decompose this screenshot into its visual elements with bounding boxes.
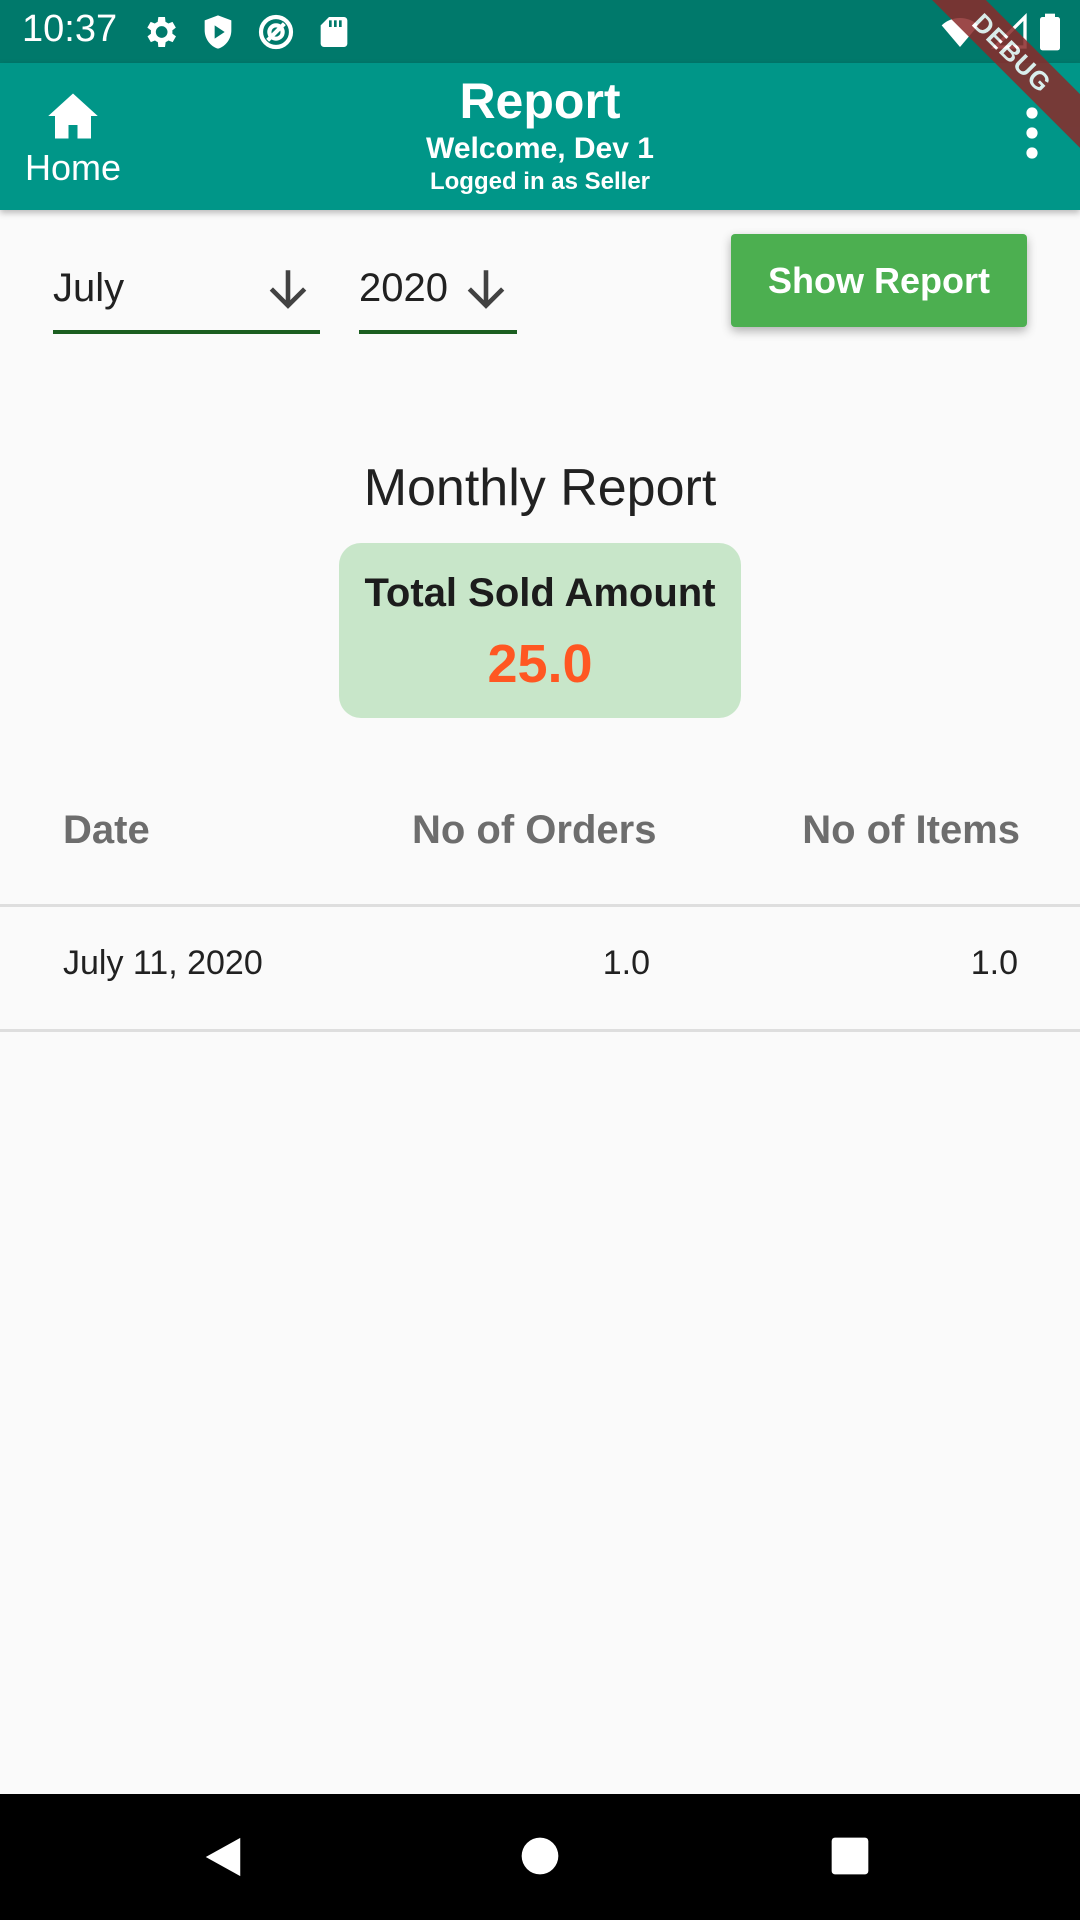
app-bar: Home Report Welcome, Dev 1 Logged in as … — [0, 63, 1080, 210]
show-report-button[interactable]: Show Report — [731, 234, 1027, 327]
more-options-button[interactable] — [1012, 103, 1052, 163]
home-label: Home — [24, 147, 122, 188]
table-row: July 11, 2020 1.0 1.0 — [0, 907, 1080, 1032]
back-icon[interactable] — [200, 1834, 246, 1880]
total-sold-card: Total Sold Amount 25.0 — [339, 543, 741, 718]
status-time: 10:37 — [22, 8, 118, 50]
home-icon — [48, 93, 98, 139]
signal-icon — [990, 12, 1027, 49]
status-bar: 10:37 — [0, 0, 1080, 63]
battery-icon — [1040, 13, 1060, 51]
sd-card-icon — [320, 17, 348, 47]
page-title: Report — [459, 73, 621, 129]
column-header-date: Date — [63, 808, 150, 852]
total-sold-value: 25.0 — [487, 634, 593, 694]
home-circle-icon[interactable] — [520, 1836, 560, 1876]
more-vert-icon — [1026, 107, 1038, 159]
welcome-text: Welcome, Dev 1 — [426, 132, 654, 165]
year-value: 2020 — [359, 266, 448, 310]
title-block: Report Welcome, Dev 1 Logged in as Selle… — [290, 71, 790, 197]
month-dropdown[interactable]: July — [53, 254, 320, 334]
column-header-orders: No of Orders — [412, 808, 657, 852]
role-text: Logged in as Seller — [429, 168, 651, 195]
arrow-down-icon — [467, 270, 505, 309]
arrow-down-icon — [269, 270, 307, 309]
cell-orders: 1.0 — [602, 944, 650, 982]
cell-items: 1.0 — [970, 944, 1018, 982]
total-sold-label: Total Sold Amount — [364, 571, 716, 615]
cell-date: July 11, 2020 — [63, 944, 263, 982]
report-heading: Monthly Report — [363, 459, 717, 517]
navigation-bar — [0, 1794, 1080, 1920]
report-table: Date No of Orders No of Items July 11, 2… — [0, 770, 1080, 1032]
shield-icon — [204, 15, 232, 49]
year-dropdown[interactable]: 2020 — [359, 254, 517, 334]
at-sign-icon — [258, 14, 294, 50]
recents-icon[interactable] — [830, 1836, 870, 1876]
home-button[interactable]: Home — [12, 85, 134, 188]
month-value: July — [53, 266, 125, 310]
wifi-icon — [941, 18, 979, 47]
column-header-items: No of Items — [802, 808, 1020, 852]
table-header: Date No of Orders No of Items — [0, 770, 1080, 907]
gear-icon — [147, 17, 176, 47]
